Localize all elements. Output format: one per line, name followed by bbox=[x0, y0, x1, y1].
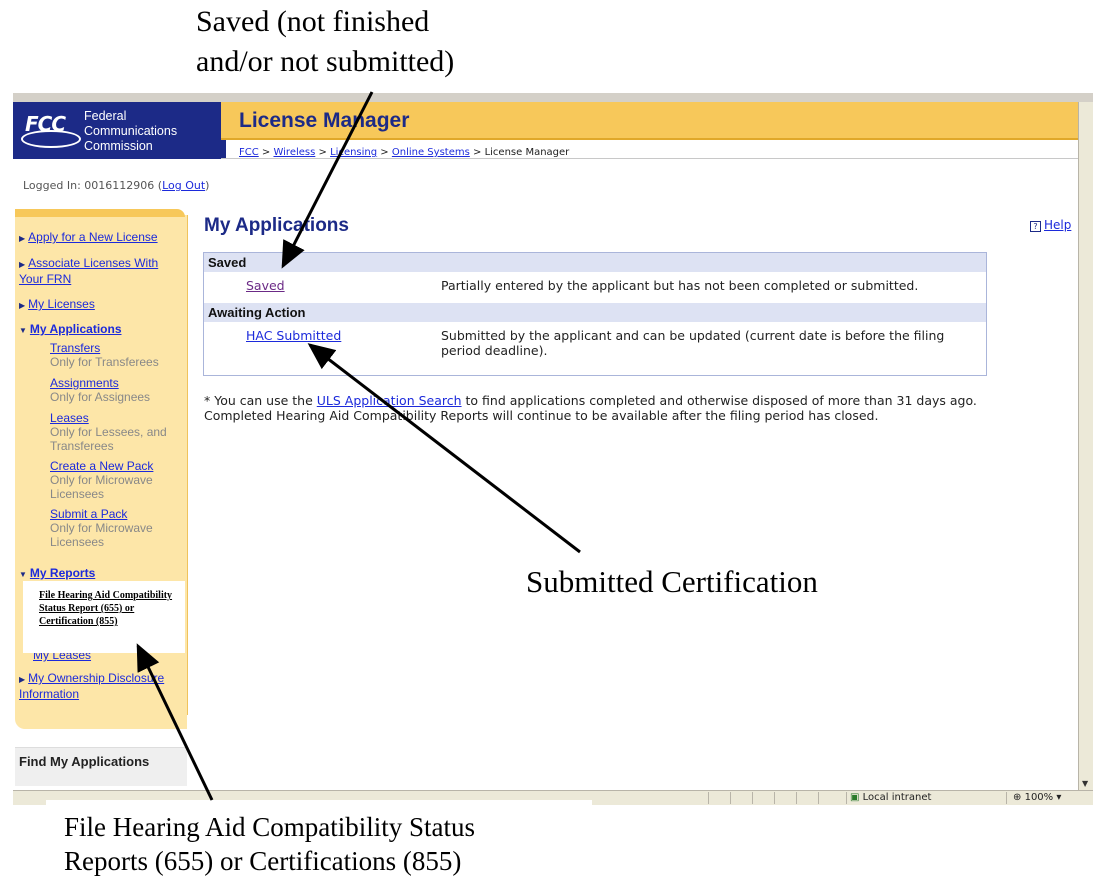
callout-arrows bbox=[136, 91, 581, 801]
arrow-to-hac-submitted bbox=[307, 343, 581, 554]
arrow-to-reports-link bbox=[136, 643, 214, 801]
arrow-to-saved bbox=[281, 91, 374, 269]
